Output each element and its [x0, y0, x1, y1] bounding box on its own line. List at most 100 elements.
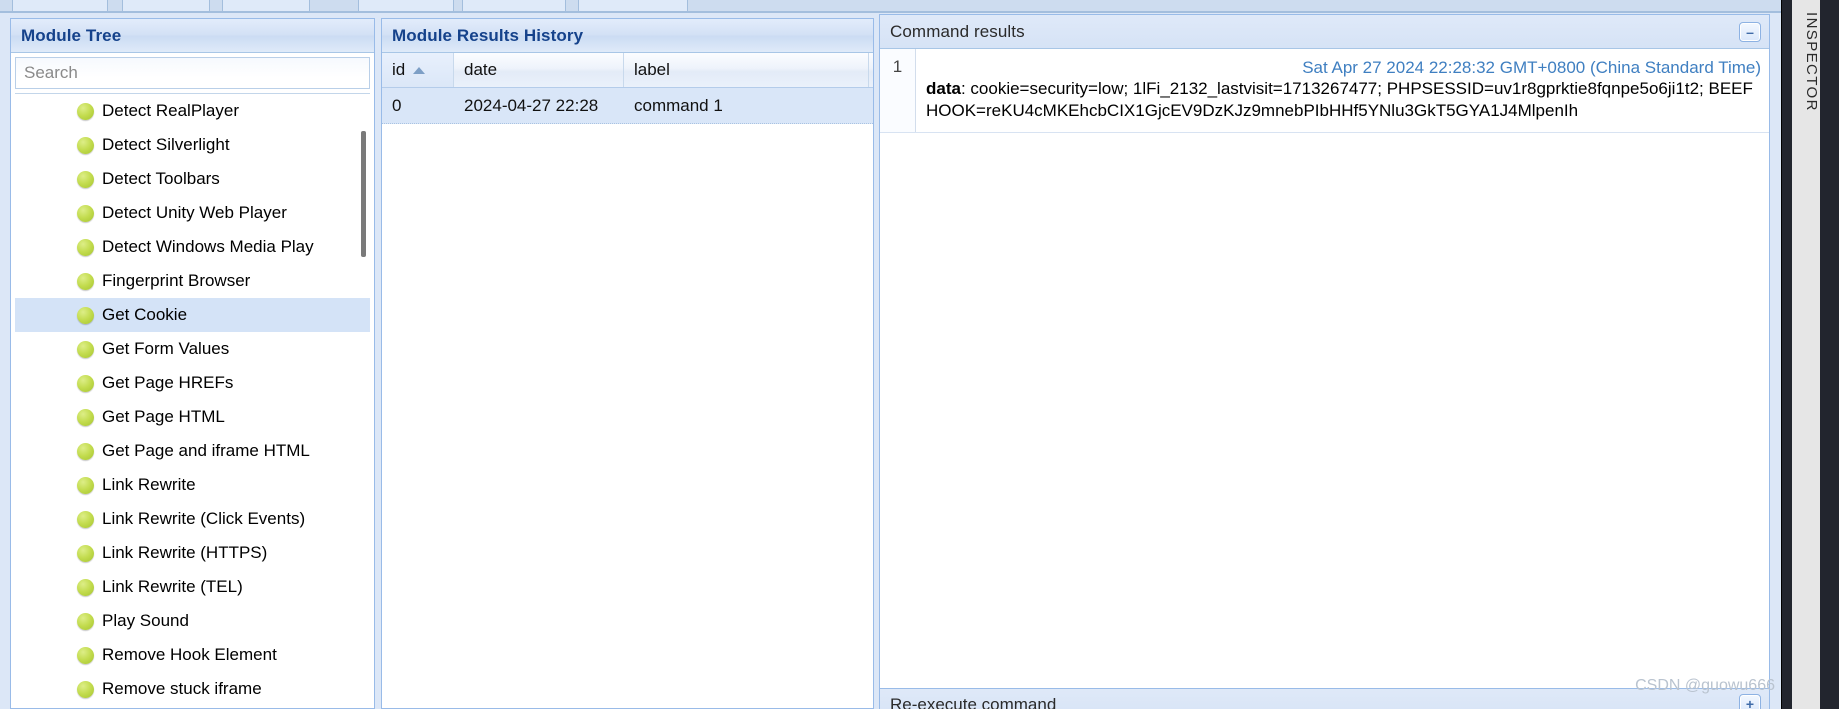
tree-node[interactable]: Fingerprint Browser [15, 264, 370, 298]
command-results-title: Command results [890, 21, 1025, 41]
grid-header-label: label [634, 60, 670, 79]
tree-node-label: Detect Unity Web Player [102, 203, 287, 222]
tree-node-label: Detect Windows Media Play [102, 237, 314, 256]
module-status-dot-icon [77, 646, 94, 664]
module-status-dot-icon [77, 238, 94, 256]
module-status-dot-icon [77, 680, 94, 698]
grid-header-date[interactable]: date [454, 53, 624, 87]
result-data: data: cookie=security=low; 1lFi_2132_las… [926, 78, 1761, 122]
tree-node-label: Get Cookie [102, 305, 188, 324]
module-status-dot-icon [77, 476, 94, 494]
tree-node[interactable]: Play Sound [15, 604, 370, 638]
grid-header-id[interactable]: id [382, 53, 454, 87]
cell-date: 2024-04-27 22:28 [464, 95, 599, 115]
tree-node-label: Remove stuck iframe [102, 679, 262, 698]
command-result-entry: 1 Sat Apr 27 2024 22:28:32 GMT+0800 (Chin… [880, 49, 1769, 133]
module-status-dot-icon [77, 102, 94, 120]
tree-node-label: Detect Silverlight [102, 135, 230, 154]
module-status-dot-icon [77, 612, 94, 630]
tree-node[interactable]: Get Page and iframe HTML [15, 434, 370, 468]
module-status-dot-icon [77, 408, 94, 426]
tree-node[interactable]: Detect Windows Media Play [15, 230, 370, 264]
module-status-dot-icon [77, 272, 94, 290]
command-results-panel: Command results – 1 Sat Apr 27 2024 22:28… [879, 14, 1770, 691]
tree-node[interactable]: Detect Silverlight [15, 128, 370, 162]
results-history-body: id date label 0 2024-04-27 22:28 command 1 [382, 53, 873, 708]
command-results-entries: 1 Sat Apr 27 2024 22:28:32 GMT+0800 (Chin… [880, 49, 1769, 133]
search-input[interactable] [16, 59, 369, 87]
tree-node[interactable]: Remove Hook Element [15, 638, 370, 672]
plus-icon[interactable]: + [1739, 694, 1761, 709]
tree-node-label: Detect RealPlayer [102, 101, 240, 120]
command-results-empty-area [880, 178, 1769, 654]
top-tab-2[interactable] [222, 0, 310, 11]
re-execute-command-panel: Re-execute command + [879, 688, 1770, 709]
command-results-body: 1 Sat Apr 27 2024 22:28:32 GMT+0800 (Chin… [880, 49, 1769, 690]
tree-node-label: Link Rewrite (Click Events) [102, 509, 306, 528]
results-history-header: Module Results History [382, 19, 873, 53]
top-tab-3[interactable] [358, 0, 454, 11]
tree-node-label: Get Page HREFs [102, 373, 234, 392]
result-timestamp: Sat Apr 27 2024 22:28:32 GMT+0800 (China… [1302, 58, 1761, 77]
tree-node[interactable]: Get Form Values [15, 332, 370, 366]
result-content: Sat Apr 27 2024 22:28:32 GMT+0800 (China… [916, 49, 1769, 132]
command-results-header: Command results – [880, 15, 1769, 49]
module-status-dot-icon [77, 510, 94, 528]
module-tree-header: Module Tree [11, 19, 374, 53]
inspector-rail[interactable]: INSPECTOR [1781, 0, 1839, 709]
module-tree-title: Module Tree [21, 25, 122, 45]
module-tree-panel: Module Tree Detect RealPlayer Detect Silv… [10, 18, 375, 709]
module-status-dot-icon [77, 204, 94, 222]
module-status-dot-icon [77, 442, 94, 460]
table-row[interactable]: 0 2024-04-27 22:28 command 1 [382, 88, 873, 124]
beef-application-window: Module Tree Detect RealPlayer Detect Silv… [0, 0, 1839, 709]
cell-id: 0 [392, 95, 402, 115]
top-tab-0[interactable] [12, 0, 108, 11]
top-tab-5[interactable] [578, 0, 688, 11]
tree-node[interactable]: Get Page HREFs [15, 366, 370, 400]
tree-node-label: Link Rewrite (HTTPS) [102, 543, 268, 562]
tree-node[interactable]: Link Rewrite (Click Events) [15, 502, 370, 536]
grid-header-label[interactable]: label [624, 53, 869, 87]
module-search-box[interactable] [15, 57, 370, 89]
module-tree-body: Detect RealPlayer Detect Silverlight Detec… [11, 53, 374, 708]
top-tab-strip [0, 0, 1800, 13]
tree-node[interactable]: Get Page HTML [15, 400, 370, 434]
tree-node[interactable]: Detect Toolbars [15, 162, 370, 196]
minus-icon[interactable]: – [1739, 22, 1761, 42]
module-tree-list[interactable]: Detect RealPlayer Detect Silverlight Detec… [15, 93, 370, 706]
results-grid-header: id date label [382, 53, 873, 88]
tree-node[interactable]: Link Rewrite (HTTPS) [15, 536, 370, 570]
module-status-dot-icon [77, 544, 94, 562]
re-execute-command-title: Re-execute command [890, 695, 1057, 709]
module-results-history-panel: Module Results History id date label 0 2024… [381, 18, 874, 709]
module-status-dot-icon [77, 170, 94, 188]
tree-node-label: Get Page and iframe HTML [102, 441, 310, 460]
top-tab-4[interactable] [462, 0, 566, 11]
result-data-value: : cookie=security=low; 1lFi_2132_lastvis… [926, 79, 1753, 120]
collapse-glyph: – [1746, 24, 1754, 40]
tree-node[interactable]: Link Rewrite (TEL) [15, 570, 370, 604]
cell-label: command 1 [634, 95, 723, 115]
tree-node[interactable]: Link Rewrite [15, 468, 370, 502]
module-tree-scrollbar-thumb[interactable] [361, 131, 366, 257]
grid-header-label: id [392, 60, 406, 79]
tree-node-label: Fingerprint Browser [102, 271, 251, 290]
results-grid-rows: 0 2024-04-27 22:28 command 1 [382, 88, 873, 124]
tree-node[interactable]: Remove stuck iframe [15, 672, 370, 706]
module-status-dot-icon [77, 374, 94, 392]
results-history-title: Module Results History [392, 25, 584, 45]
tree-node[interactable]: Get Cookie [15, 298, 370, 332]
tree-node-label: Detect Toolbars [102, 169, 220, 188]
module-status-dot-icon [77, 340, 94, 358]
tree-node[interactable]: Detect Unity Web Player [15, 196, 370, 230]
tree-node[interactable]: Detect RealPlayer [15, 94, 370, 128]
tree-node-label: Remove Hook Element [102, 645, 277, 664]
tree-node-label: Link Rewrite [102, 475, 196, 494]
tree-node-label: Link Rewrite (TEL) [102, 577, 243, 596]
tree-node-label: Get Form Values [102, 339, 230, 358]
tree-node-label: Play Sound [102, 611, 189, 630]
result-index: 1 [880, 49, 916, 132]
inspector-label: INSPECTOR [1803, 12, 1820, 112]
top-tab-1[interactable] [122, 0, 210, 11]
